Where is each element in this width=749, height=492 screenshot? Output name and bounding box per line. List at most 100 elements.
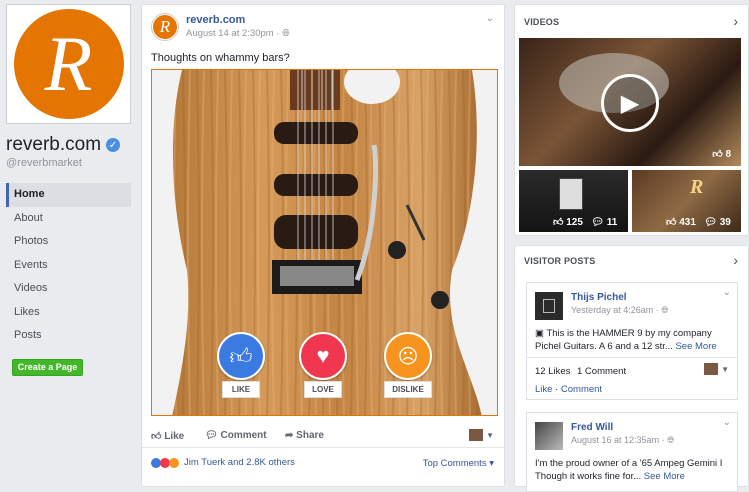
reaction-love: ♥ LOVE [296,332,350,398]
visitor-time-1[interactable]: Yesterday at 4:26am · 🌐︎ [571,305,668,316]
video-thumbnail-2[interactable]: R 👍︎ 431 💬︎ 39 [632,170,741,232]
see-more-link[interactable]: See More [675,341,716,352]
logo-letter: R [44,20,93,107]
reaction-love-label: LOVE [304,381,342,398]
user-avatar [469,429,484,441]
post-text: Thoughts on whammy bars? [151,52,290,64]
visitor-likes-1[interactable]: 12 Likes [535,365,570,378]
visitor-comments-1[interactable]: 1 Comment [577,365,626,378]
video-2-likes: 431 [679,217,696,228]
post-timestamp[interactable]: August 14 at 2:30pm · 🌐︎ [186,28,290,39]
visitor-time-2[interactable]: August 16 at 12:35am · 🌐︎ [571,435,674,446]
chevron-right-icon[interactable]: › [733,252,738,268]
play-icon[interactable]: ▶ [601,74,659,132]
share-label: Share [296,430,324,441]
visitor-avatar-2[interactable] [535,422,563,450]
post-time-text: August 14 at 2:30pm · [186,28,283,39]
visitor-text-1: ▣ This is the HAMMER 9 by my company Pic… [535,327,735,353]
video-thumbnail-1[interactable]: 👍︎ 125 💬︎ 11 [519,170,628,232]
avatar-letter: R [153,15,177,39]
angry-reaction-icon [169,457,179,468]
thumbs-up-icon: 👍︎ [217,332,265,380]
video-2-comments: 39 [719,217,731,228]
like-icon: 👍︎ [666,217,680,228]
visitor-time-2-text: August 16 at 12:35am · [571,435,668,445]
share-button[interactable]: ➦ Share [285,430,324,441]
left-column: R reverb.com ✓ @reverbmarket Home About … [0,0,140,487]
nav-item-videos[interactable]: Videos [6,277,131,301]
heart-icon: ♥ [299,332,347,380]
caret-down-icon: ▼ [721,364,729,374]
visitor-like-link[interactable]: Like [535,384,552,395]
post-as-selector[interactable]: ▼ [704,363,729,375]
photo-icon: ▣ [535,328,547,339]
reaction-dislike-label: DISLIKE [384,381,432,398]
user-avatar [704,363,719,375]
visitor-actions-1: Like · Comment [535,384,603,395]
video-likes: 👍︎ 8 [712,148,731,160]
video-1-stats: 👍︎ 125 💬︎ 11 [553,216,617,228]
page-name-row: reverb.com ✓ [6,134,121,156]
post-as-selector[interactable]: ▼ [469,429,494,441]
see-more-link[interactable]: See More [644,471,685,482]
top-comments-dropdown[interactable]: Top Comments ▾ [423,458,494,469]
nav-item-likes[interactable]: Likes [6,301,131,325]
top-comments-label: Top Comments [422,458,487,469]
nav-item-photos[interactable]: Photos [6,230,131,254]
visitor-name-1[interactable]: Thijs Pichel [571,292,627,303]
video-2-stats: 👍︎ 431 💬︎ 39 [666,216,731,228]
reaction-like-label: LIKE [222,381,260,398]
globe-icon: 🌐︎ [282,28,290,39]
reacted-by-text: Jim Tuerk and 2.8K others [184,457,295,468]
reaction-like: 👍︎ LIKE [214,332,268,398]
post-author[interactable]: reverb.com [186,14,245,26]
profile-picture[interactable]: R [6,4,131,124]
post-image[interactable]: 👍︎ LIKE ♥ LOVE ☹ DISLIKE [151,69,498,416]
create-page-button[interactable]: Create a Page [12,359,83,376]
pedal-shape [559,178,583,210]
visitor-posts-title[interactable]: VISITOR POSTS [524,256,595,266]
video-likes-count: 8 [725,149,731,160]
reactions-summary[interactable]: Jim Tuerk and 2.8K others [151,457,295,468]
caret-down-icon: ▼ [486,430,494,440]
comment-icon: 💬︎ [591,217,607,228]
reaction-dislike: ☹ DISLIKE [380,332,436,398]
chevron-right-icon[interactable]: › [733,13,738,29]
visitor-name-2[interactable]: Fred Will [571,422,613,433]
visitor-posts-card: VISITOR POSTS › Thijs Pichel Yesterday a… [514,245,749,492]
page-handle: @reverbmarket [6,157,82,169]
visitor-time-1-text: Yesterday at 4:26am · [571,305,662,315]
visitor-post-1: Thijs Pichel Yesterday at 4:26am · 🌐︎ ⌄ … [526,282,738,400]
post-options-chevron-icon[interactable]: ⌄ [723,287,731,298]
videos-title[interactable]: VIDEOS [524,17,559,27]
videos-card: VIDEOS › ▶ 👍︎ 8 👍︎ 125 💬︎ 11 R 👍︎ 431 💬︎… [514,4,749,236]
visitor-avatar-1[interactable] [535,292,563,320]
post-card: R reverb.com August 14 at 2:30pm · 🌐︎ ⌄ … [141,4,505,487]
divider [527,357,737,358]
post-options-chevron-icon[interactable]: ⌄ [723,417,731,428]
reverb-sign-letter: R [690,176,704,198]
globe-icon: 🌐︎ [667,435,675,445]
visitor-comment-link[interactable]: Comment [561,384,602,395]
page-name[interactable]: reverb.com [6,134,101,156]
comment-label: Comment [220,430,267,441]
nav-item-home[interactable]: Home [6,183,131,207]
comment-button[interactable]: 💬︎ Comment [205,430,267,441]
post-actions: 👍︎ Like 💬︎ Comment ➦ Share ▼ [142,424,504,448]
like-button[interactable]: 👍︎ Like [151,430,184,442]
nav-item-events[interactable]: Events [6,254,131,278]
reverb-logo: R [13,9,124,119]
page-nav: Home About Photos Events Videos Likes Po… [6,183,131,348]
post-options-chevron-icon[interactable]: ⌄ [486,13,494,24]
comment-icon: 💬︎ [205,430,221,441]
nav-item-about[interactable]: About [6,207,131,231]
share-icon: ➦ [285,430,297,441]
nav-item-posts[interactable]: Posts [6,324,131,348]
post-avatar[interactable]: R [151,13,179,41]
visitor-text-2: I'm the proud owner of a '65 Ampeg Gemin… [535,457,735,483]
like-label: Like [164,431,185,442]
like-icon: 👍︎ [151,431,165,442]
pichel-logo-icon [543,299,555,313]
video-1-likes: 125 [566,217,583,228]
video-main-thumbnail[interactable]: ▶ 👍︎ 8 [519,38,741,166]
